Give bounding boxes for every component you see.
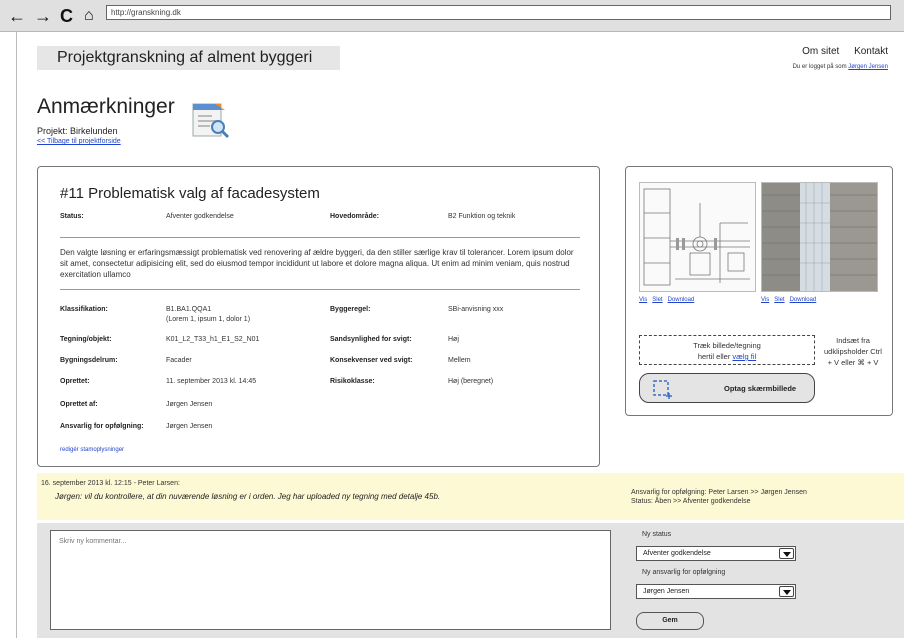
comment-text: Jørgen: vil du kontrollere, at din nuvær… <box>55 492 441 501</box>
classification-value: B1.BA1.QQA1 <box>166 306 212 313</box>
divider <box>60 237 580 238</box>
choose-file-link[interactable]: vælg fil <box>732 352 756 361</box>
nav-link-contact[interactable]: Kontakt <box>854 46 888 57</box>
logged-in-prefix: Du er logget på som <box>792 64 847 70</box>
screenshot-icon <box>653 380 672 399</box>
responsible-select[interactable]: Jørgen Jensen <box>636 584 796 599</box>
probability-value: Høj <box>448 336 459 343</box>
drop-text: Træk billede/tegning <box>693 341 761 350</box>
comment-changes: Ansvarlig for opfølgning: Peter Larsen >… <box>631 488 807 506</box>
download-link[interactable]: Download <box>668 297 695 303</box>
browser-toolbar: ← → C ⌂ http://granskning.dk <box>0 0 904 32</box>
forward-arrow-icon[interactable]: → <box>34 6 52 26</box>
created-by-value: Jørgen Jensen <box>166 401 213 408</box>
main-area-label: Hovedområde: <box>330 213 380 220</box>
status-label: Status: <box>60 213 84 220</box>
field-label: Oprettet af: <box>60 401 98 408</box>
field-label: Klassifikation: <box>60 306 108 313</box>
photo-actions: Vis Slet Download <box>761 297 821 303</box>
divider <box>60 289 580 290</box>
change-responsible: Ansvarlig for opfølgning: Peter Larsen >… <box>631 489 807 496</box>
field-label: Oprettet: <box>60 378 90 385</box>
drop-text-line2: hertil eller vælg fil <box>640 351 814 362</box>
main-area-value: B2 Funktion og teknik <box>448 213 516 220</box>
file-drop-zone[interactable]: Træk billede/tegning hertil eller vælg f… <box>639 335 815 365</box>
drawing-value: K01_L2_T33_h1_E1_S2_N01 <box>166 336 260 343</box>
view-link[interactable]: Vis <box>761 297 769 303</box>
document-review-icon <box>192 103 230 139</box>
comment-meta: 16. september 2013 kl. 12:15 - Peter Lar… <box>41 480 180 487</box>
photo-thumbnail[interactable] <box>761 182 878 292</box>
delete-link[interactable]: Slet <box>774 297 784 303</box>
page-title: Anmærkninger <box>37 95 175 118</box>
field-label: Sandsynlighed for svigt: <box>330 336 412 343</box>
building-rule-value: SBi-anvisning xxx <box>448 306 504 313</box>
status-selected: Afventer godkendelse <box>643 550 711 557</box>
back-to-project-link[interactable]: << Tilbage til projektforside <box>37 138 121 145</box>
top-navigation: Om sitet Kontakt <box>790 46 888 57</box>
edit-master-data-link[interactable]: redigér stamoplysninger <box>60 447 124 453</box>
new-comment-input[interactable] <box>50 530 611 630</box>
view-link[interactable]: Vis <box>639 297 647 303</box>
attachments-panel: Vis Slet Download Vis Slet Download Træk… <box>625 166 893 416</box>
created-value: 11. september 2013 kl. 14:45 <box>166 378 257 385</box>
home-icon[interactable]: ⌂ <box>84 6 94 26</box>
field-label: Bygningsdelrum: <box>60 357 118 364</box>
save-button[interactable]: Gem <box>636 612 704 630</box>
field-label: Tegning/objekt: <box>60 336 112 343</box>
field-label: Konsekvenser ved svigt: <box>330 357 413 364</box>
responsible-value: Jørgen Jensen <box>166 423 213 430</box>
project-name: Projekt: Birkelunden <box>37 126 118 136</box>
capture-screenshot-button[interactable]: Optag skærmbillede <box>639 373 815 403</box>
download-link[interactable]: Download <box>790 297 817 303</box>
drop-text-prefix: hertil eller <box>697 352 731 361</box>
new-responsible-label: Ny ansvarlig for opfølgning <box>642 569 726 576</box>
status-select[interactable]: Afventer godkendelse <box>636 546 796 561</box>
page-content: Projektgranskning af alment byggeri Om s… <box>16 32 904 638</box>
field-label: Byggeregel: <box>330 306 371 313</box>
consequences-value: Mellem <box>448 357 471 364</box>
comment-entry: 16. september 2013 kl. 12:15 - Peter Lar… <box>37 473 904 520</box>
issue-title: #11 Problematisk valg af facadesystem <box>60 185 320 202</box>
chevron-down-icon <box>779 548 794 559</box>
field-label: Ansvarlig for opfølgning: <box>60 423 144 430</box>
technical-drawing-image <box>640 183 755 291</box>
building-part-value: Facader <box>166 357 192 364</box>
user-link[interactable]: Jørgen Jensen <box>848 64 888 70</box>
classification-sub: (Lorem 1, ipsum 1, dolor 1) <box>166 316 251 323</box>
responsible-selected: Jørgen Jensen <box>643 588 690 595</box>
back-arrow-icon[interactable]: ← <box>8 6 26 26</box>
new-status-label: Ny status <box>642 531 672 538</box>
logged-in-status: Du er logget på som Jørgen Jensen <box>793 64 888 70</box>
reload-icon[interactable]: C <box>60 6 73 26</box>
nav-link-about[interactable]: Om sitet <box>802 46 839 57</box>
issue-details-card: #11 Problematisk valg af facadesystem St… <box>37 166 600 467</box>
capture-label: Optag skærmbillede <box>724 384 797 393</box>
drawing-thumbnail[interactable] <box>639 182 756 292</box>
facade-photo-image <box>762 183 877 291</box>
delete-link[interactable]: Slet <box>652 297 662 303</box>
field-label: Risikoklasse: <box>330 378 375 385</box>
issue-description: Den valgte løsning er erfaringsmæssigt p… <box>60 248 574 279</box>
new-comment-area: Ny status Afventer godkendelse Ny ansvar… <box>37 523 904 638</box>
drawing-actions: Vis Slet Download <box>639 297 699 303</box>
site-title: Projektgranskning af alment byggeri <box>37 46 340 70</box>
paste-hint: Indsæt fra udklipsholder Ctrl + V eller … <box>824 336 882 367</box>
risk-class-value: Høj (beregnet) <box>448 378 494 385</box>
address-bar[interactable]: http://granskning.dk <box>106 5 891 20</box>
change-status: Status: Åben >> Afventer godkendelse <box>631 498 751 505</box>
status-value: Afventer godkendelse <box>166 213 234 220</box>
chevron-down-icon <box>779 586 794 597</box>
